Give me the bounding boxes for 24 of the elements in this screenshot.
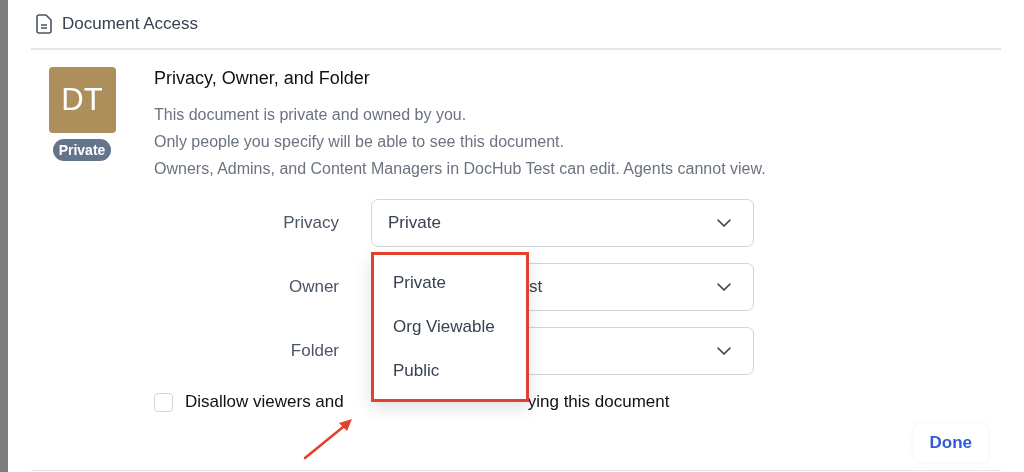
menu-option[interactable]: Org Viewable (374, 312, 526, 342)
description-line: This document is private and owned by you. (154, 105, 468, 125)
menu-option[interactable]: Private (374, 268, 526, 298)
checkbox-label: ying this document (527, 392, 670, 412)
select-field[interactable]: Private (371, 199, 754, 247)
chevron-down-icon (717, 219, 731, 227)
description-line: Only people you specify will be able to see this document. (154, 132, 565, 152)
description-line: Owners, Admins, and Content Managers in DocHub Test can edit. Agents cannot view. (154, 159, 766, 179)
done-button[interactable]: Done (913, 424, 988, 462)
select-value: st (529, 277, 544, 297)
chevron-down-icon (717, 283, 731, 291)
checkbox[interactable] (154, 392, 173, 412)
section-header-title: Document Access (62, 14, 199, 34)
field-label: Folder (289, 341, 339, 361)
field-label: Owner (287, 277, 339, 297)
avatar: DT (48, 67, 116, 133)
checkbox-label: Disallow viewers and (185, 392, 344, 412)
field-label: Privacy (282, 213, 339, 233)
section-title: Privacy, Owner, and Folder (154, 67, 371, 89)
privacy-badge: Private (52, 139, 112, 161)
menu-option[interactable]: Public (374, 356, 526, 386)
chevron-down-icon (717, 347, 731, 355)
document-icon (36, 14, 52, 34)
select-value: Private (388, 213, 442, 233)
